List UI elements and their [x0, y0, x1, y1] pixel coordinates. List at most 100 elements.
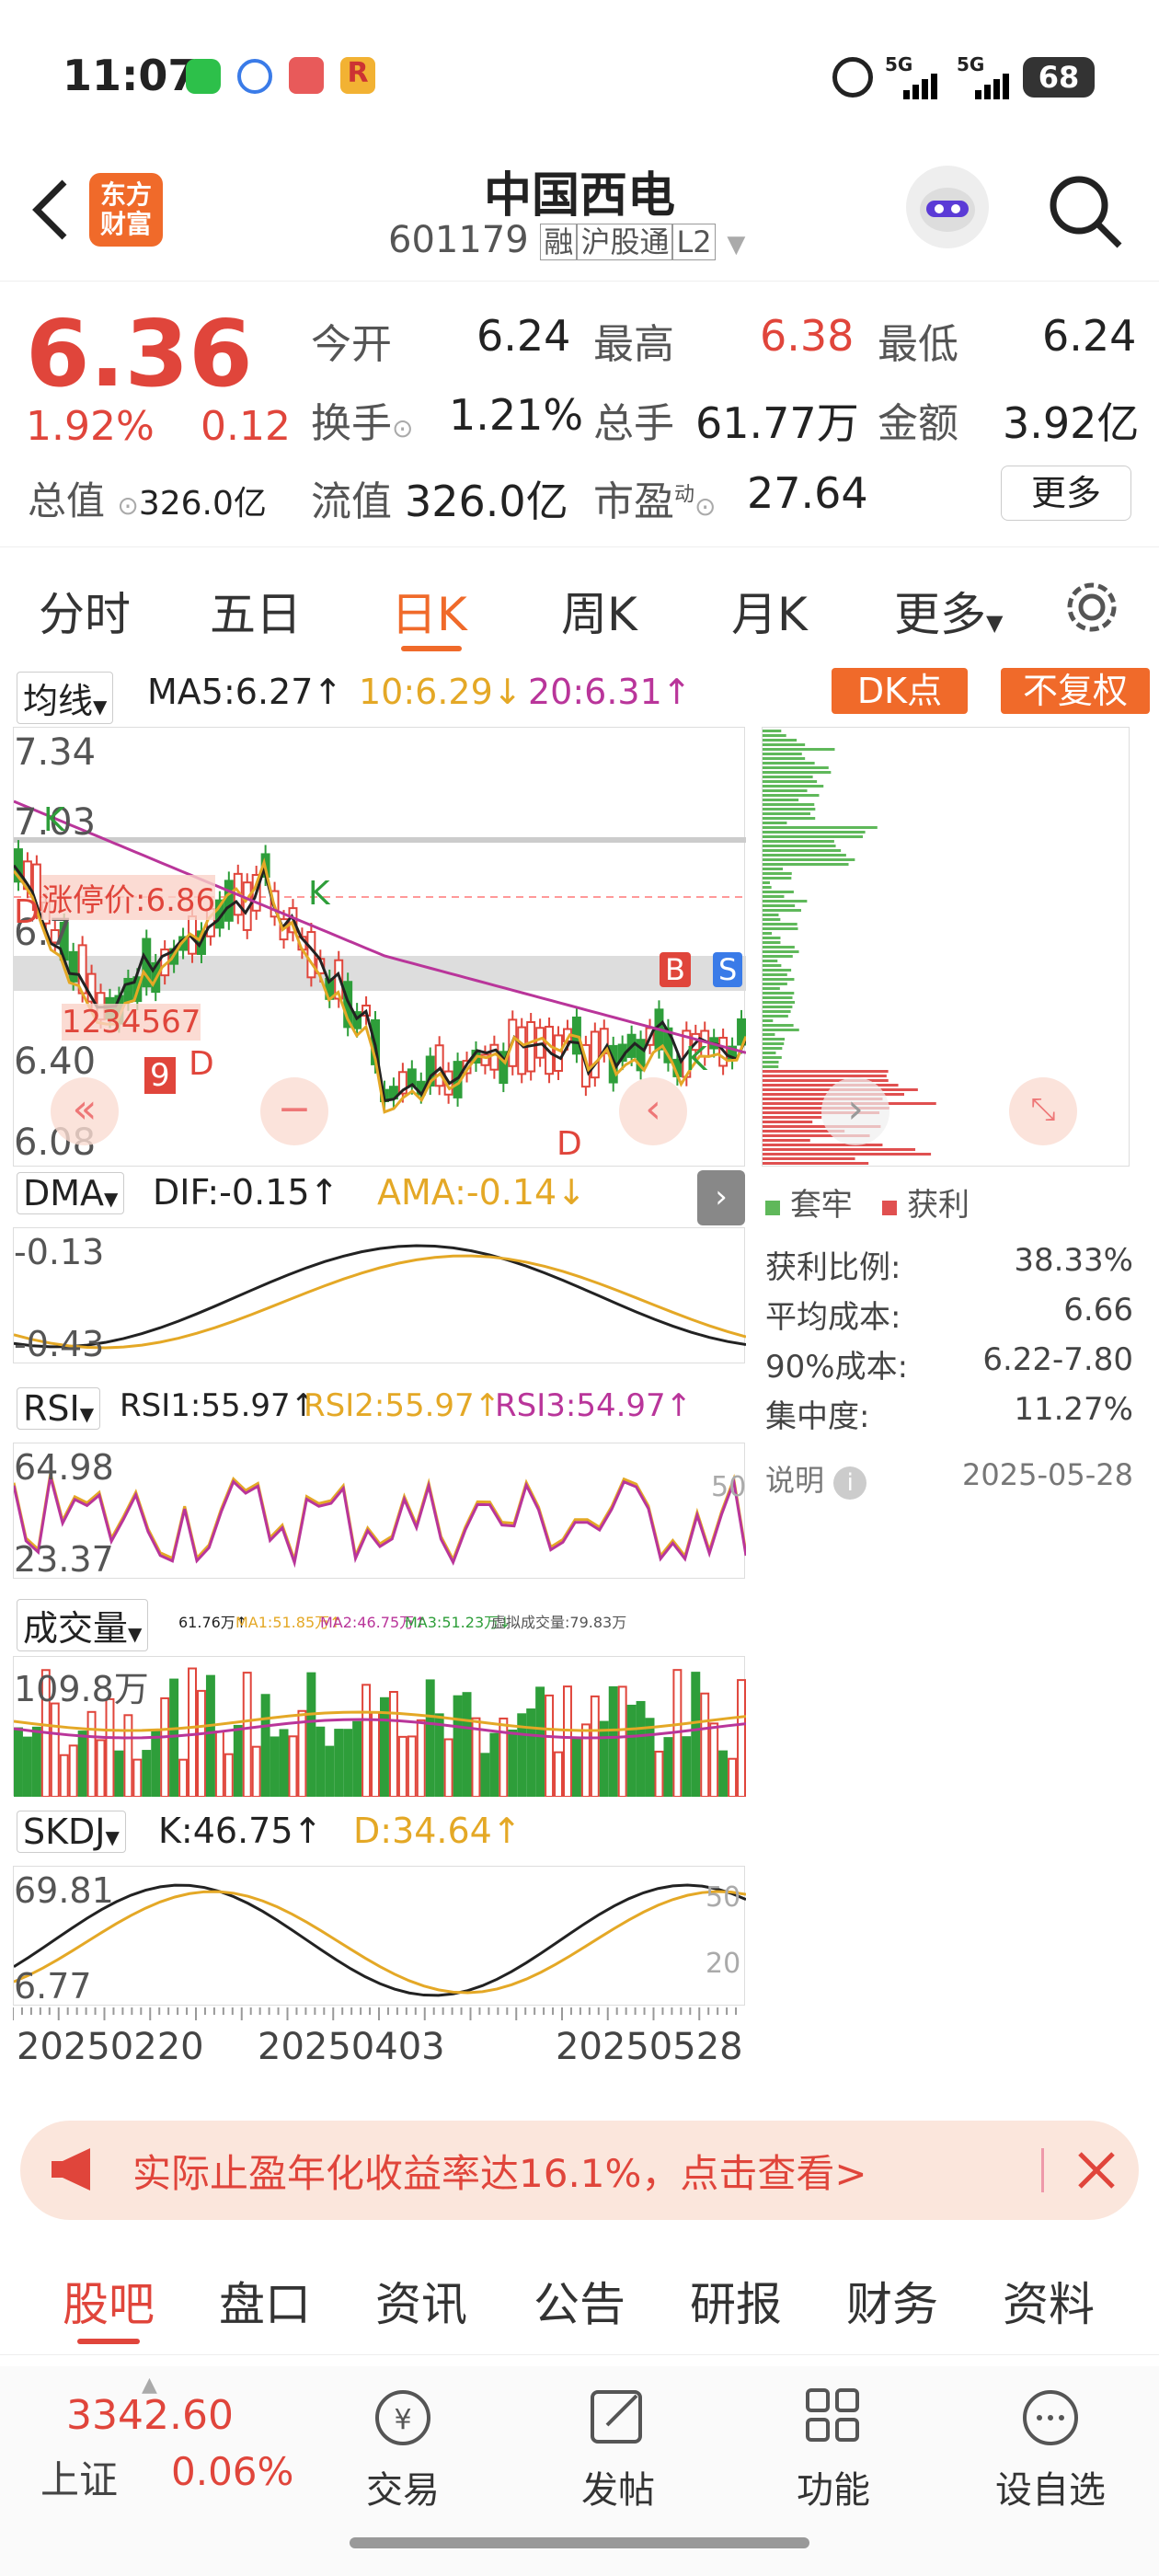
- banner-text: 实际止盈年化收益率达16.1%，点击查看>: [132, 2151, 867, 2196]
- next-icon[interactable]: ›: [821, 1077, 889, 1145]
- volume-bar: [480, 1753, 490, 1797]
- rsi1-label: RSI1:55.97↑: [120, 1387, 317, 1424]
- tab-finance[interactable]: 财务: [846, 2268, 938, 2334]
- divider: [1041, 2148, 1044, 2192]
- tab-five-day[interactable]: 五日: [210, 578, 302, 644]
- dma-y1: -0.13: [14, 1232, 105, 1272]
- watchlist-button[interactable]: 设自选: [968, 2385, 1133, 2513]
- dma-select[interactable]: DMA▼: [17, 1172, 125, 1214]
- tab-profile[interactable]: 资料: [1003, 2268, 1095, 2334]
- dk-point-button[interactable]: DK点: [832, 668, 968, 714]
- active-content-tab-indicator: [77, 2339, 140, 2344]
- prev-icon[interactable]: ‹: [619, 1077, 687, 1145]
- tab-handicap[interactable]: 盘口: [219, 2268, 311, 2334]
- chip-bar: [763, 1139, 810, 1142]
- volume-bar: [160, 1696, 170, 1797]
- tab-announcement[interactable]: 公告: [534, 2268, 625, 2334]
- volume-bar: [599, 1720, 609, 1797]
- trade-label: 交易: [366, 2469, 440, 2512]
- mark-k1: K: [43, 801, 65, 839]
- skdj-select[interactable]: SKDJ▼: [17, 1811, 126, 1853]
- volume-bar: [443, 1738, 453, 1797]
- chip-bar: [763, 1010, 791, 1013]
- trade-icon: ¥: [375, 2390, 430, 2445]
- index-name[interactable]: 上证: [40, 2449, 118, 2505]
- adjust-button[interactable]: 不复权: [1001, 668, 1150, 714]
- promo-banner[interactable]: 实际止盈年化收益率达16.1%，点击查看>: [20, 2121, 1139, 2220]
- float-label: 流值: [311, 478, 392, 525]
- candle: [68, 950, 78, 983]
- info-icon[interactable]: ⊙: [117, 490, 138, 521]
- volume-bar: [645, 1718, 655, 1797]
- back-icon[interactable]: [23, 173, 78, 247]
- volume-bar: [214, 1731, 224, 1797]
- tab-more[interactable]: 更多▼: [894, 578, 1003, 644]
- chip-bar: [763, 766, 829, 769]
- chip-bar: [763, 808, 816, 811]
- search-icon[interactable]: [1044, 170, 1127, 253]
- chip-bar: [763, 955, 793, 958]
- kline-chart[interactable]: 均线▼ MA5:6.27↑ 10:6.29↓ 20:6.31↑ DK点 不复权 …: [11, 664, 1150, 2104]
- chip-distribution-plot[interactable]: ⤡ ›: [762, 727, 1130, 1167]
- total-cap-value: 326.0亿: [138, 485, 267, 523]
- stock-code-row[interactable]: 601179 融沪股通 L2 ▼: [388, 219, 745, 261]
- zoom-out-icon[interactable]: −: [260, 1077, 328, 1145]
- function-button[interactable]: 功能: [751, 2385, 916, 2513]
- date-3: 20250528: [556, 2026, 743, 2068]
- tab-weekly-k[interactable]: 周K: [561, 578, 637, 644]
- volume-bar: [260, 1694, 270, 1797]
- volume-bar: [205, 1674, 215, 1797]
- volume-bar: [142, 1750, 152, 1797]
- rewind-icon[interactable]: «: [51, 1077, 119, 1145]
- mark-k2: K: [308, 875, 330, 913]
- volume-bar: [306, 1672, 316, 1797]
- dif-line: [14, 1244, 746, 1349]
- candle: [489, 1043, 499, 1071]
- skdj-y1: 69.81: [14, 1870, 114, 1911]
- sequence-marks: 1234567: [62, 1004, 201, 1041]
- mark-d2: D: [557, 1125, 582, 1163]
- trade-button[interactable]: ¥ 交易: [320, 2385, 486, 2513]
- eastmoney-logo[interactable]: 东方 财富: [89, 173, 163, 247]
- chip-bar: [763, 969, 792, 972]
- turnover-label: 换手⊙: [311, 400, 414, 447]
- volume-bar: [388, 1691, 398, 1797]
- volume-bar: [626, 1704, 637, 1797]
- gear-icon[interactable]: [1062, 578, 1121, 637]
- watchlist-label: 设自选: [995, 2469, 1106, 2512]
- volume-bar: [499, 1717, 509, 1797]
- kline-plot[interactable]: 7.34 7.03 6.7 6.40 6.08 涨停价:6.86 1234567…: [13, 727, 746, 1167]
- more-button[interactable]: 更多: [1001, 466, 1131, 521]
- tab-monthly-k[interactable]: 月K: [731, 578, 808, 644]
- dif-label: DIF:-0.15↑: [153, 1172, 339, 1213]
- volume-bar: [96, 1739, 106, 1797]
- chip-note[interactable]: 说明 i: [765, 1457, 867, 1500]
- skdj-y2: 6.77: [14, 1966, 92, 2007]
- post-button[interactable]: 发帖: [535, 2385, 701, 2513]
- chip-bar: [763, 858, 855, 861]
- volume-bar: [371, 1711, 380, 1797]
- tab-intraday[interactable]: 分时: [39, 578, 131, 644]
- ma-select[interactable]: 均线▼: [17, 672, 114, 724]
- tab-forum[interactable]: 股吧: [63, 2268, 155, 2334]
- tab-research[interactable]: 研报: [690, 2268, 782, 2334]
- robot-avatar-icon[interactable]: [906, 166, 989, 248]
- rsi-select[interactable]: RSI▼: [17, 1387, 101, 1430]
- ma10-label: 10:6.29↓: [359, 672, 522, 712]
- low-value: 6.24: [1042, 311, 1137, 361]
- tab-news[interactable]: 资讯: [375, 2268, 467, 2334]
- collapse-panel-icon[interactable]: ›: [697, 1170, 745, 1225]
- volume-bar: [169, 1678, 179, 1797]
- volume-select[interactable]: 成交量▼: [17, 1599, 149, 1651]
- volume-bar: [352, 1720, 362, 1797]
- index-value[interactable]: 3342.60: [66, 2392, 234, 2439]
- high-value: 6.38: [760, 311, 855, 361]
- tab-daily-k[interactable]: 日K: [391, 578, 467, 644]
- close-icon[interactable]: [1069, 2143, 1124, 2198]
- edit-icon: [591, 2390, 642, 2444]
- rsi2-label: RSI2:55.97↑: [304, 1387, 501, 1424]
- info-icon[interactable]: ⊙: [392, 413, 413, 443]
- expand-icon[interactable]: ⤡: [1009, 1077, 1077, 1145]
- info-icon[interactable]: ⊙: [694, 491, 716, 522]
- candle: [306, 931, 316, 979]
